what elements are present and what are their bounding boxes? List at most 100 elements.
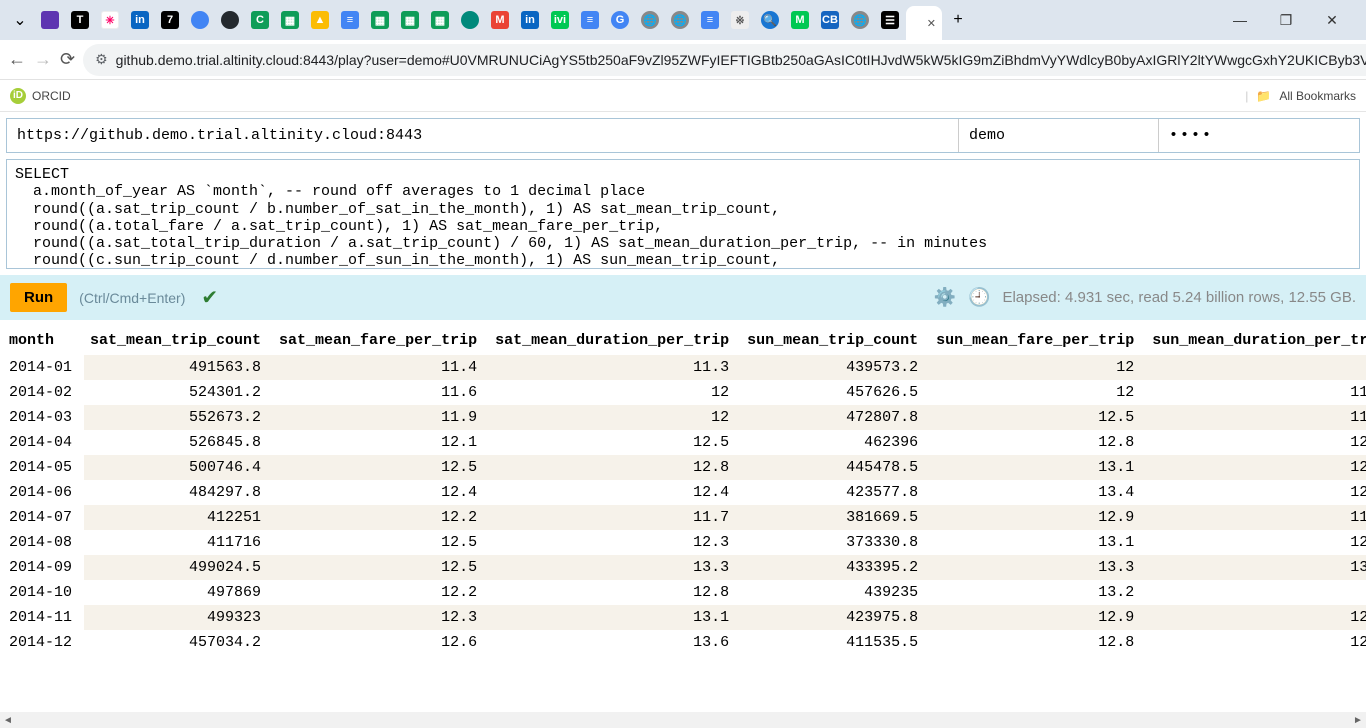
scroll-left-icon[interactable]: ◄: [0, 712, 16, 728]
window-close-icon[interactable]: ✕: [1318, 6, 1346, 34]
tab-fav-22[interactable]: 🌐: [666, 6, 694, 34]
tab-fav-4[interactable]: in: [126, 6, 154, 34]
table-cell: 12.4: [1146, 530, 1366, 555]
tab-fav-7[interactable]: [216, 6, 244, 34]
table-cell: 13.1: [930, 530, 1146, 555]
tab-fav-1[interactable]: [36, 6, 64, 34]
table-cell: 12.8: [489, 455, 741, 480]
table-cell: 2014-08: [3, 530, 84, 555]
tab-fav-13[interactable]: ▦: [396, 6, 424, 34]
username-input[interactable]: [959, 119, 1159, 152]
table-cell: 12.2: [273, 505, 489, 530]
tab-fav-8[interactable]: C: [246, 6, 274, 34]
run-bar: Run (Ctrl/Cmd+Enter) ✔ ⚙️ 🕘 Elapsed: 4.9…: [0, 275, 1366, 320]
tab-fav-23[interactable]: ≡: [696, 6, 724, 34]
password-input[interactable]: [1159, 119, 1359, 152]
table-row: 2014-02524301.211.612457626.51211.2: [3, 380, 1366, 405]
table-cell: 12.3: [489, 530, 741, 555]
table-cell: 491563.8: [84, 355, 273, 380]
table-cell: 445478.5: [741, 455, 930, 480]
site-settings-icon[interactable]: ⚙: [95, 51, 108, 68]
forward-button: →: [34, 44, 52, 76]
table-row: 2014-0741225112.211.7381669.512.911.5: [3, 505, 1366, 530]
tab-fav-12[interactable]: ▦: [366, 6, 394, 34]
table-cell: 2014-05: [3, 455, 84, 480]
tab-fav-10[interactable]: ▲: [306, 6, 334, 34]
tab-fav-26[interactable]: M: [786, 6, 814, 34]
table-cell: 526845.8: [84, 430, 273, 455]
horizontal-scrollbar[interactable]: ◄ ►: [0, 712, 1366, 728]
tab-fav-5[interactable]: 7: [156, 6, 184, 34]
table-cell: 13.3: [489, 555, 741, 580]
table-header-row: month sat_mean_trip_count sat_mean_fare_…: [3, 326, 1366, 355]
tab-fav-18[interactable]: ivi: [546, 6, 574, 34]
table-cell: 12.8: [930, 630, 1146, 655]
table-cell: 12: [930, 380, 1146, 405]
server-url-input[interactable]: [7, 119, 959, 152]
table-cell: 12: [489, 380, 741, 405]
col-sun-mean-duration-per-trip: sun_mean_duration_per_trip: [1146, 326, 1366, 355]
col-month: month: [3, 326, 84, 355]
active-tab[interactable]: ✕: [906, 6, 942, 40]
reload-button[interactable]: ⟳: [60, 44, 75, 76]
table-row: 2014-06484297.812.412.4423577.813.412.8: [3, 480, 1366, 505]
success-check-icon: ✔: [201, 285, 218, 310]
table-cell: 439573.2: [741, 355, 930, 380]
table-cell: 13.1: [930, 455, 1146, 480]
tab-fav-19[interactable]: ≡: [576, 6, 604, 34]
connection-inputs: [6, 118, 1360, 153]
url-text: github.demo.trial.altinity.cloud:8443/pl…: [116, 52, 1366, 68]
table-cell: 2014-02: [3, 380, 84, 405]
table-cell: 484297.8: [84, 480, 273, 505]
history-clock-icon[interactable]: 🕘: [968, 287, 990, 308]
table-cell: 381669.5: [741, 505, 930, 530]
all-bookmarks-folder-icon[interactable]: 📁: [1256, 89, 1271, 103]
tab-fav-27[interactable]: CB: [816, 6, 844, 34]
table-cell: 11.2: [1146, 380, 1366, 405]
new-tab-button[interactable]: +: [944, 6, 972, 34]
table-cell: 13.6: [489, 630, 741, 655]
tab-fav-16[interactable]: M: [486, 6, 514, 34]
table-cell: 2014-04: [3, 430, 84, 455]
scroll-right-icon[interactable]: ►: [1350, 712, 1366, 728]
tab-close-icon[interactable]: ✕: [927, 17, 936, 30]
table-cell: 524301.2: [84, 380, 273, 405]
all-bookmarks-label[interactable]: All Bookmarks: [1279, 89, 1356, 103]
table-row: 2014-0841171612.512.3373330.813.112.4: [3, 530, 1366, 555]
table-cell: 499024.5: [84, 555, 273, 580]
tab-dropdown-icon[interactable]: ⌄: [6, 6, 34, 34]
tab-fav-17[interactable]: in: [516, 6, 544, 34]
tab-fav-21[interactable]: 🌐: [636, 6, 664, 34]
bookmark-orcid-label: ORCID: [32, 89, 71, 103]
tab-fav-3[interactable]: ✳: [96, 6, 124, 34]
tab-fav-6[interactable]: [186, 6, 214, 34]
run-hint: (Ctrl/Cmd+Enter): [79, 290, 185, 306]
bookmark-orcid[interactable]: iD ORCID: [10, 88, 71, 104]
tab-fav-2[interactable]: T: [66, 6, 94, 34]
col-sat-mean-fare-per-trip: sat_mean_fare_per_trip: [273, 326, 489, 355]
table-cell: 423577.8: [741, 480, 930, 505]
tab-fav-14[interactable]: ▦: [426, 6, 454, 34]
query-textarea[interactable]: SELECT a.month_of_year AS `month`, -- ro…: [6, 159, 1360, 269]
settings-gear-icon[interactable]: ⚙️: [934, 287, 956, 308]
table-row: 2014-04526845.812.112.546239612.812.1: [3, 430, 1366, 455]
address-bar[interactable]: ⚙ github.demo.trial.altinity.cloud:8443/…: [83, 44, 1366, 76]
tab-fav-28[interactable]: 🌐: [846, 6, 874, 34]
query-stats: Elapsed: 4.931 sec, read 5.24 billion ro…: [1002, 289, 1356, 306]
table-cell: 2014-06: [3, 480, 84, 505]
tab-fav-29[interactable]: ☰: [876, 6, 904, 34]
table-row: 2014-05500746.412.512.8445478.513.112.5: [3, 455, 1366, 480]
back-button[interactable]: ←: [8, 44, 26, 76]
tab-fav-24[interactable]: ※: [726, 6, 754, 34]
table-cell: 12.9: [930, 505, 1146, 530]
run-button[interactable]: Run: [10, 283, 67, 312]
table-cell: 11: [1146, 355, 1366, 380]
window-minimize-icon[interactable]: ―: [1226, 6, 1254, 34]
window-maximize-icon[interactable]: ❐: [1272, 6, 1300, 34]
tab-fav-20[interactable]: G: [606, 6, 634, 34]
tab-fav-11[interactable]: ≡: [336, 6, 364, 34]
tab-fav-15[interactable]: [456, 6, 484, 34]
table-cell: 12: [489, 405, 741, 430]
tab-fav-9[interactable]: ▦: [276, 6, 304, 34]
tab-fav-25[interactable]: 🔍: [756, 6, 784, 34]
